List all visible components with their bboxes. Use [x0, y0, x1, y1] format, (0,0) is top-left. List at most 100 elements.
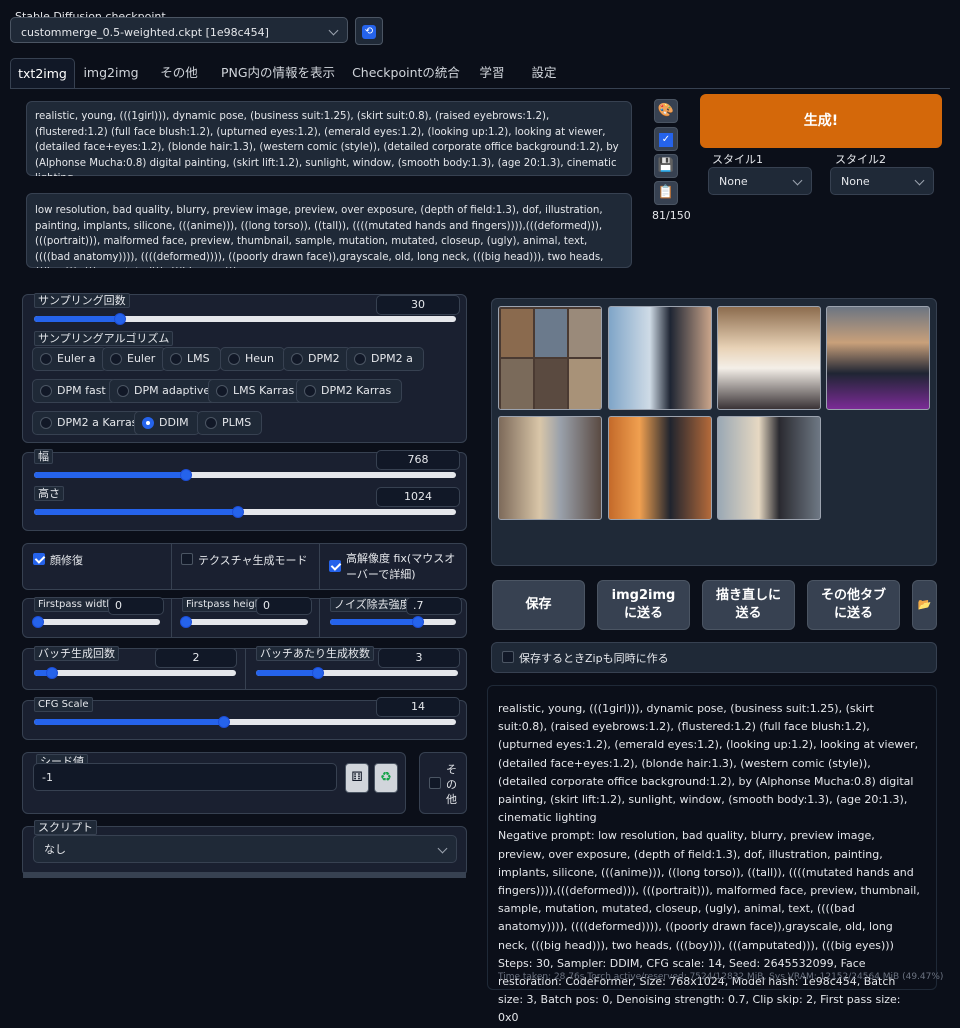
sampler-option-heun[interactable]: Heun: [220, 347, 285, 371]
sampler-option-dpm2-karras[interactable]: DPM2 Karras: [296, 379, 403, 403]
refresh-button[interactable]: ⟲: [355, 17, 383, 45]
sampler-option-lms[interactable]: LMS: [162, 347, 221, 371]
firstpass-width-slider[interactable]: [32, 616, 160, 628]
random-seed-button[interactable]: ⚅: [345, 763, 369, 793]
hires-fix-checkbox[interactable]: [329, 560, 341, 572]
slider-knob[interactable]: [218, 716, 230, 728]
sampler-option-dpm-fast[interactable]: DPM fast: [32, 379, 117, 403]
grid-cell: [569, 309, 601, 357]
tab-checkpoint-merger[interactable]: Checkpointの統合: [350, 58, 462, 88]
tab-txt2img[interactable]: txt2img: [10, 58, 75, 88]
extra-seed-checkbox[interactable]: [429, 777, 441, 789]
tab-img2img[interactable]: img2img: [80, 58, 142, 88]
gallery-thumbnail-grid[interactable]: [498, 306, 602, 410]
generate-button[interactable]: 生成!: [700, 94, 942, 148]
batch-size-slider[interactable]: [256, 667, 458, 679]
height-slider[interactable]: [34, 506, 456, 518]
sampler-option-dpm-adaptive[interactable]: DPM adaptive: [109, 379, 222, 403]
seed-value: -1: [42, 771, 53, 784]
save-style-button[interactable]: 💾: [654, 154, 678, 178]
hires-divider: [319, 599, 320, 637]
gallery-thumbnail[interactable]: [498, 416, 602, 520]
sampling-steps-slider[interactable]: [34, 313, 456, 325]
restore-faces-checkbox[interactable]: [33, 553, 45, 565]
slider-knob[interactable]: [412, 616, 424, 628]
palette-button[interactable]: 🎨: [654, 99, 678, 123]
hires-fix-label: 高解像度 fix(マウスオーバーで詳細): [346, 552, 456, 581]
width-input[interactable]: 768: [376, 450, 460, 470]
slider-fill: [34, 509, 238, 515]
radio-dot: [354, 353, 366, 365]
sampler-option-euler[interactable]: Euler: [102, 347, 167, 371]
clipboard-icon: 📋: [657, 185, 675, 200]
batch-count-slider[interactable]: [34, 667, 236, 679]
style1-label: スタイル1: [712, 153, 763, 166]
firstpass-width-input[interactable]: 0: [108, 597, 164, 615]
slider-knob[interactable]: [180, 616, 192, 628]
tiling-checkbox[interactable]: [181, 553, 193, 565]
sampler-option-dpm2[interactable]: DPM2: [283, 347, 351, 371]
sampler-option-dpm2-a[interactable]: DPM2 a: [346, 347, 424, 371]
batch-count-input[interactable]: 2: [155, 648, 237, 668]
batch-count-label: バッチ生成回数: [34, 646, 119, 661]
sampler-option-dpm2-a-karras[interactable]: DPM2 a Karras: [32, 411, 149, 435]
gallery-thumbnail[interactable]: [717, 416, 821, 520]
slider-knob[interactable]: [232, 506, 244, 518]
slider-knob[interactable]: [32, 616, 44, 628]
height-input[interactable]: 1024: [376, 487, 460, 507]
checkpoint-select[interactable]: custommerge_0.5-weighted.ckpt [1e98c454]: [10, 17, 348, 43]
check-button[interactable]: ✓: [654, 127, 678, 151]
prompt-input[interactable]: realistic, young, (((1girl))), dynamic p…: [26, 101, 632, 176]
width-label: 幅: [34, 449, 53, 464]
checkpoint-value: custommerge_0.5-weighted.ckpt [1e98c454]: [21, 26, 269, 39]
tab-png-info[interactable]: PNG内の情報を表示: [216, 58, 340, 88]
tab-settings[interactable]: 設定: [522, 58, 566, 88]
extra-seed-panel: [419, 752, 467, 814]
send-to-inpaint-button[interactable]: 描き直しに送る: [702, 580, 795, 630]
denoising-input[interactable]: .7: [406, 597, 462, 615]
send-to-extras-button[interactable]: その他タブに送る: [807, 580, 900, 630]
gallery-thumbnail[interactable]: [608, 306, 712, 410]
width-slider[interactable]: [34, 469, 456, 481]
batch-size-input[interactable]: 3: [378, 648, 460, 668]
sampler-option-euler-a[interactable]: Euler a: [32, 347, 107, 371]
slider-fill: [34, 472, 186, 478]
slider-knob[interactable]: [312, 667, 324, 679]
paste-button[interactable]: 📋: [654, 181, 678, 205]
sampler-option-label: DPM2: [308, 352, 340, 365]
info-prompt: realistic, young, (((1girl))), dynamic p…: [498, 702, 919, 825]
seed-input[interactable]: -1: [33, 763, 337, 791]
gallery-thumbnail[interactable]: [608, 416, 712, 520]
radio-dot: [304, 385, 316, 397]
cfg-scale-slider[interactable]: [34, 716, 456, 728]
slider-knob[interactable]: [180, 469, 192, 481]
sampler-option-lms-karras[interactable]: LMS Karras: [208, 379, 306, 403]
save-button[interactable]: 保存: [492, 580, 585, 630]
negative-prompt-input[interactable]: low resolution, bad quality, blurry, pre…: [26, 193, 632, 268]
sampler-option-label: DPM fast: [57, 384, 106, 397]
sampling-steps-input[interactable]: 30: [376, 295, 460, 315]
gallery-thumbnail[interactable]: [826, 306, 930, 410]
sampler-option-ddim[interactable]: DDIM: [134, 411, 200, 435]
reuse-seed-button[interactable]: ♻: [374, 763, 398, 793]
tab-extras[interactable]: その他: [152, 58, 206, 88]
style2-label: スタイル2: [835, 153, 886, 166]
firstpass-height-slider[interactable]: [180, 616, 308, 628]
sampler-option-plms[interactable]: PLMS: [197, 411, 263, 435]
style1-select[interactable]: None: [708, 167, 812, 195]
zip-checkbox[interactable]: [502, 651, 514, 663]
height-label: 高さ: [34, 486, 64, 501]
denoising-slider[interactable]: [330, 616, 456, 628]
slider-knob[interactable]: [114, 313, 126, 325]
firstpass-height-input[interactable]: 0: [256, 597, 312, 615]
send-to-img2img-button[interactable]: img2imgに送る: [597, 580, 690, 630]
slider-knob[interactable]: [46, 667, 58, 679]
script-select[interactable]: なし: [33, 835, 457, 863]
style2-select[interactable]: None: [830, 167, 934, 195]
cfg-scale-input[interactable]: 14: [376, 697, 460, 717]
tab-train[interactable]: 学習: [470, 58, 514, 88]
gallery-thumbnail[interactable]: [717, 306, 821, 410]
script-value: なし: [44, 843, 66, 856]
sampler-option-label: DPM2 Karras: [321, 384, 392, 397]
open-folder-button[interactable]: 📂: [912, 580, 937, 630]
